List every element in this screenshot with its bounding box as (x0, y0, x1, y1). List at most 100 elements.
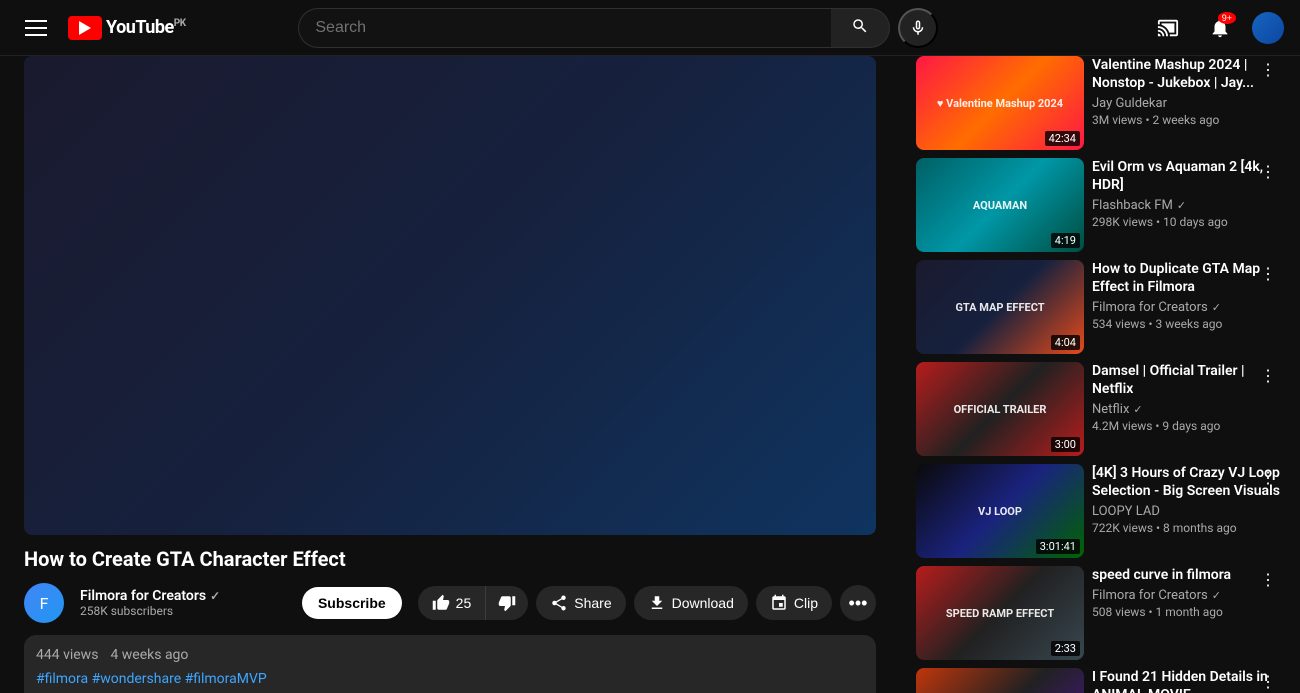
thumb-label: GTA MAP EFFECT (951, 297, 1048, 318)
clip-icon (770, 594, 788, 612)
sidebar-video-info: How to Duplicate GTA Map Effect in Filmo… (1092, 260, 1280, 354)
sidebar-video-item[interactable]: GTA MAP EFFECT 4:04 How to Duplicate GTA… (916, 260, 1280, 354)
thumbs-down-icon (498, 594, 516, 612)
clip-button[interactable]: Clip (756, 586, 832, 620)
sidebar-video-item[interactable]: VJ LOOP 3:01:41 [4K] 3 Hours of Crazy VJ… (916, 464, 1280, 558)
sidebar-thumbnail: SPEED RAMP EFFECT 2:33 (916, 566, 1084, 660)
sidebar-video-title: Valentine Mashup 2024 | Nonstop - Jukebo… (1092, 56, 1280, 92)
thumb-label: ♥ Valentine Mashup 2024 (933, 93, 1067, 114)
notification-badge: 9+ (1218, 12, 1236, 24)
menu-button[interactable] (16, 8, 56, 48)
sidebar-video-title: Evil Orm vs Aquaman 2 [4k, HDR] (1092, 158, 1280, 194)
sidebar-video-item[interactable]: SPEED RAMP EFFECT 2:33 speed curve in fi… (916, 566, 1280, 660)
action-buttons: 25 Share Download Clip (418, 585, 876, 621)
sidebar-meta: 4.2M views • 9 days ago (1092, 419, 1280, 433)
cast-icon (1157, 17, 1179, 39)
youtube-logo-text: YouTubePK (106, 17, 186, 38)
thumb-bg: 21 HIDDEN DETAILS (916, 668, 1084, 693)
channel-avatar: F (24, 583, 64, 623)
thumb-label: AQUAMAN (969, 195, 1031, 216)
sidebar-channel-name: Jay Guldekar (1092, 96, 1280, 111)
sidebar-video-title: I Found 21 Hidden Details in ANIMAL MOVI… (1092, 668, 1280, 693)
sidebar-meta: 298K views • 10 days ago (1092, 215, 1280, 229)
sidebar-more-button[interactable]: ⋮ (1256, 56, 1280, 84)
notification-button[interactable]: 9+ (1200, 8, 1240, 48)
sidebar-video-item[interactable]: AQUAMAN 4:19 Evil Orm vs Aquaman 2 [4k, … (916, 158, 1280, 252)
thumb-label: VJ LOOP (974, 501, 1026, 522)
like-button[interactable]: 25 (418, 586, 486, 620)
duration-badge: 42:34 (1045, 131, 1080, 146)
sidebar-more-button[interactable]: ⋮ (1256, 158, 1280, 186)
sidebar-video-info: Evil Orm vs Aquaman 2 [4k, HDR] Flashbac… (1092, 158, 1280, 252)
header: YouTubePK 9+ (0, 0, 1300, 56)
cast-button[interactable] (1148, 8, 1188, 48)
like-dislike-group: 25 (418, 586, 529, 620)
verified-check: ✓ (1177, 199, 1186, 212)
sidebar-more-button[interactable]: ⋮ (1256, 566, 1280, 594)
description-box[interactable]: 444 views 4 weeks ago #filmora #wondersh… (24, 635, 876, 693)
search-container (298, 8, 938, 48)
mic-button[interactable] (898, 8, 938, 48)
sidebar-more-button[interactable]: ⋮ (1256, 362, 1280, 390)
duration-badge: 3:01:41 (1036, 539, 1080, 554)
duration-badge: 4:04 (1051, 335, 1080, 350)
sidebar-meta: 534 views • 3 weeks ago (1092, 317, 1280, 331)
search-button[interactable] (831, 8, 890, 48)
video-title: How to Create GTA Character Effect (24, 547, 876, 571)
hashtags: #filmora #wondershare #filmoraMVP (36, 671, 864, 687)
sidebar-meta: 3M views • 2 weeks ago (1092, 113, 1280, 127)
sidebar-video-item[interactable]: OFFICIAL TRAILER 3:00 Damsel | Official … (916, 362, 1280, 456)
download-button[interactable]: Download (634, 586, 748, 620)
thumb-label: OFFICIAL TRAILER (950, 399, 1051, 420)
duration-badge: 3:00 (1051, 437, 1080, 452)
sidebar-video-list: ♥ Valentine Mashup 2024 42:34 Valentine … (916, 56, 1280, 693)
search-icon (851, 17, 869, 35)
description-meta: 444 views 4 weeks ago (36, 647, 864, 663)
sidebar-video-info: speed curve in filmora Filmora for Creat… (1092, 566, 1280, 660)
sidebar-video-info: Valentine Mashup 2024 | Nonstop - Jukebo… (1092, 56, 1280, 150)
sidebar-video-title: speed curve in filmora (1092, 566, 1280, 584)
more-actions-button[interactable]: ••• (840, 585, 876, 621)
video-player[interactable] (24, 56, 876, 535)
search-input[interactable] (298, 8, 831, 48)
sidebar-video-item[interactable]: ♥ Valentine Mashup 2024 42:34 Valentine … (916, 56, 1280, 150)
youtube-logo[interactable]: YouTubePK (68, 16, 186, 40)
sidebar-more-button[interactable]: ⋮ (1256, 668, 1280, 693)
duration-badge: 4:19 (1051, 233, 1080, 248)
youtube-region: PK (174, 18, 186, 29)
video-section: How to Create GTA Character Effect F Fil… (0, 56, 900, 693)
sidebar-more-button[interactable]: ⋮ (1256, 464, 1280, 492)
hamburger-icon (25, 20, 47, 36)
verified-check: ✓ (1212, 301, 1221, 314)
header-right: 9+ (1148, 8, 1284, 48)
video-placeholder (24, 56, 876, 535)
sidebar-thumbnail: 21 HIDDEN DETAILS 7:42 (916, 668, 1084, 693)
verified-check: ✓ (1212, 589, 1221, 602)
sidebar-video-title: [4K] 3 Hours of Crazy VJ Loop Selection … (1092, 464, 1280, 500)
dislike-button[interactable] (485, 586, 528, 620)
sidebar-channel-name: Filmora for Creators ✓ (1092, 300, 1280, 315)
sidebar-meta: 508 views • 1 month ago (1092, 605, 1280, 619)
sidebar-video-title: Damsel | Official Trailer | Netflix (1092, 362, 1280, 398)
subscribe-button[interactable]: Subscribe (302, 587, 402, 619)
user-avatar[interactable] (1252, 12, 1284, 44)
sidebar-thumbnail: GTA MAP EFFECT 4:04 (916, 260, 1084, 354)
duration-badge: 2:33 (1051, 641, 1080, 656)
sidebar-thumbnail: OFFICIAL TRAILER 3:00 (916, 362, 1084, 456)
header-left: YouTubePK (16, 8, 186, 48)
share-button[interactable]: Share (536, 586, 625, 620)
sidebar-meta: 722K views • 8 months ago (1092, 521, 1280, 535)
sidebar-more-button[interactable]: ⋮ (1256, 260, 1280, 288)
sidebar-channel-name: LOOPY LAD (1092, 504, 1280, 519)
channel-info: Filmora for Creators ✓ 258K subscribers (80, 588, 286, 618)
sidebar-channel-name: Filmora for Creators ✓ (1092, 588, 1280, 603)
verified-check: ✓ (1133, 403, 1142, 416)
sidebar-video-title: How to Duplicate GTA Map Effect in Filmo… (1092, 260, 1280, 296)
sidebar-video-item[interactable]: 21 HIDDEN DETAILS 7:42 I Found 21 Hidden… (916, 668, 1280, 693)
thumbs-up-icon (432, 594, 450, 612)
youtube-logo-icon (68, 16, 102, 40)
channel-row: F Filmora for Creators ✓ 258K subscriber… (24, 583, 876, 623)
sidebar-channel-name: Flashback FM ✓ (1092, 198, 1280, 213)
verified-badge: ✓ (210, 589, 220, 603)
channel-name: Filmora for Creators ✓ (80, 588, 286, 604)
